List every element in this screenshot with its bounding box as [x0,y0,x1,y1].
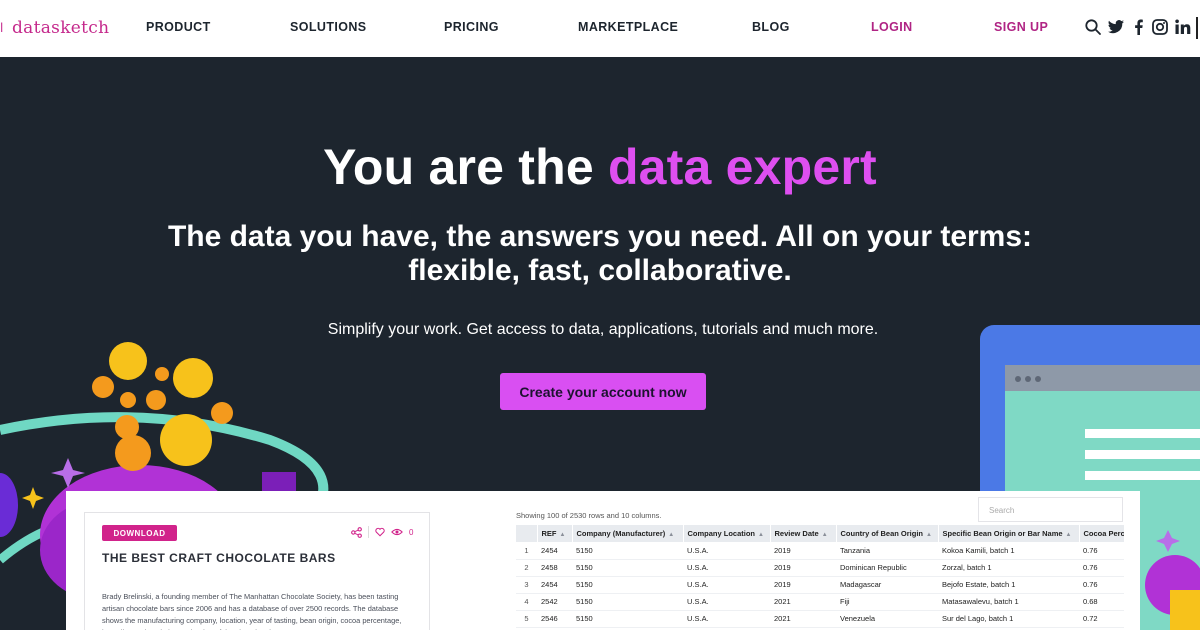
table-cell: Bejofo Estate, batch 1 [938,576,1079,594]
table-cell: 2019 [770,576,836,594]
instagram-icon[interactable] [1151,18,1169,36]
twitter-icon[interactable] [1107,18,1125,36]
table-row[interactable]: 4 2542 5150 U.S.A. 2021 Fiji Matasawalevu, bat… [516,593,1124,611]
column-header[interactable]: Specific Bean Origin or Bar Name ▲ [938,525,1080,542]
table-row[interactable]: 5 2546 5150 U.S.A. 2021 Venezuela Sur del Lago… [516,610,1124,628]
logo[interactable]: ⅼ datasketch [0,17,109,39]
table-cell: Venezuela [836,610,938,628]
table-cell: 0.76 [1079,542,1124,560]
column-header[interactable]: Cocoa Perc [1079,525,1125,542]
table-cell: 2546 [537,610,572,628]
table-cell: U.S.A. [683,593,770,611]
table-cell: U.S.A. [683,576,770,594]
table-cell: Matasawalevu, batch 1 [938,593,1079,611]
data-table: REF ▲ Company (Manufacturer) ▲ Company Loc… [516,525,1125,628]
table-cell: 2454 [537,542,572,560]
row-index: 3 [516,576,537,594]
logo-text: datasketch [12,18,110,38]
facebook-icon[interactable] [1130,18,1148,36]
row-index: 2 [516,559,537,577]
table-cell: 0.72 [1079,610,1124,628]
hero-title-highlight: data expert [607,139,877,195]
table-cell: 5150 [572,610,683,628]
column-header[interactable]: Country of Bean Origin ▲ [836,525,939,542]
table-cell: 2019 [770,559,836,577]
search-icon[interactable] [1084,18,1102,36]
table-cell: Dominican Republic [836,559,938,577]
hero-title: You are the data expert [0,138,1200,196]
table-cell: U.S.A. [683,610,770,628]
nav-item-blog[interactable]: BLOG [752,20,790,34]
row-index: 4 [516,593,537,611]
table-cell: 5150 [572,559,683,577]
table-cell: 2019 [770,542,836,560]
card-title[interactable]: THE BEST CRAFT CHOCOLATE BARS [102,551,336,565]
nav-divider [1196,17,1198,39]
table-cell: 2542 [537,593,572,611]
signup-link[interactable]: SIGN UP [994,20,1048,34]
table-cell: 0.68 [1079,593,1124,611]
table-cell: 5150 [572,576,683,594]
table-header-row: REF ▲ Company (Manufacturer) ▲ Company Loc… [516,525,1125,542]
table-cell: 0.76 [1079,576,1124,594]
table-cell: 2458 [537,559,572,577]
table-row[interactable]: 2 2458 5150 U.S.A. 2019 Dominican Republic Zor… [516,559,1124,577]
table-cell: 5150 [572,593,683,611]
card-actions: 0 [351,526,413,538]
column-header[interactable]: Review Date ▲ [770,525,837,542]
download-badge[interactable]: DOWNLOAD [102,525,177,541]
table-cell: Tanzania [836,542,938,560]
table-cell: 2454 [537,576,572,594]
column-header[interactable]: Company (Manufacturer) ▲ [572,525,684,542]
login-link[interactable]: LOGIN [871,20,913,34]
create-account-button[interactable]: Create your account now [500,373,706,410]
column-header[interactable]: Company Location ▲ [683,525,771,542]
heart-icon[interactable] [375,527,385,537]
column-header[interactable]: REF ▲ [537,525,573,542]
table-cell: U.S.A. [683,559,770,577]
share-icon[interactable] [351,526,362,538]
hero-subtitle: The data you have, the answers you need.… [150,220,1050,288]
nav-item-product[interactable]: PRODUCT [146,20,211,34]
eye-icon [391,528,403,536]
nav-item-pricing[interactable]: PRICING [444,20,499,34]
logo-mark-icon: ⅼ [0,21,4,35]
card-actions-divider [368,526,369,538]
table-cell: Sur del Lago, batch 1 [938,610,1079,628]
hero-subtitle-line1: The data you have, the answers you need.… [167,220,1033,253]
table-row[interactable]: 3 2454 5150 U.S.A. 2019 Madagascar Bejofo Esta… [516,576,1124,594]
table-cell: Kokoa Kamili, batch 1 [938,542,1079,560]
hero-subtitle-line2: flexible, fast, collaborative. [408,254,792,287]
hero-title-plain: You are the [323,139,608,195]
linkedin-icon[interactable] [1174,18,1192,36]
nav-item-marketplace[interactable]: MARKETPLACE [578,20,678,34]
table-cell: U.S.A. [683,542,770,560]
table-cell: 0.76 [1079,559,1124,577]
row-index: 1 [516,542,537,560]
table-cell: 5150 [572,542,683,560]
top-navigation-bar: ⅼ datasketch PRODUCT SOLUTIONS PRICING M… [0,0,1200,57]
row-index: 5 [516,610,537,628]
table-cell: 2021 [770,593,836,611]
column-header-index [516,525,538,542]
view-count: 0 [409,527,414,537]
table-cell: Fiji [836,593,938,611]
nav-item-solutions[interactable]: SOLUTIONS [290,20,367,34]
table-row[interactable]: 1 2454 5150 U.S.A. 2019 Tanzania Kokoa Kamili,… [516,542,1124,560]
table-cell: Madagascar [836,576,938,594]
table-row-count: Showing 100 of 2530 rows and 10 columns. [516,511,662,520]
table-cell: 2021 [770,610,836,628]
table-cell: Zorzal, batch 1 [938,559,1079,577]
card-description: Brady Brelinski, a founding member of Th… [102,592,402,630]
table-search-input[interactable]: Search [978,497,1123,522]
